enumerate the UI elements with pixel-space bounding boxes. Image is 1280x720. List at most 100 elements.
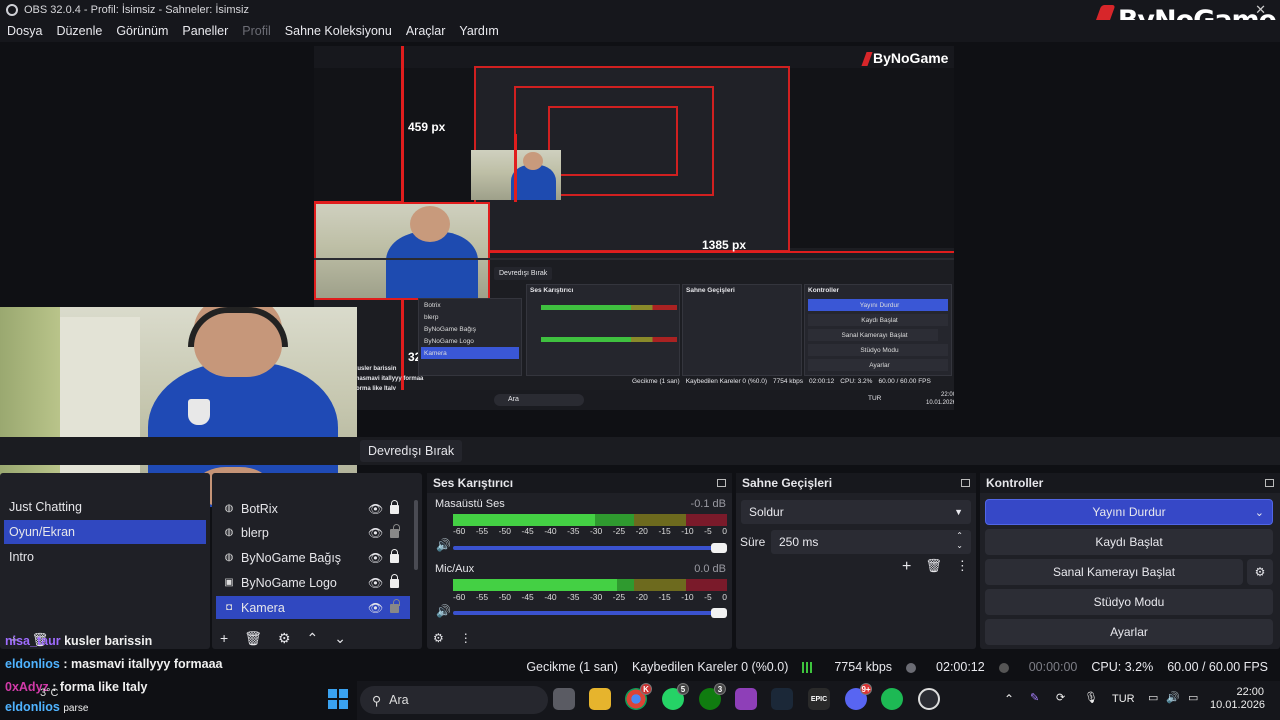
meter-tick-label: -30 [589, 526, 603, 536]
audio-settings-icon[interactable]: ⚙ [433, 631, 444, 645]
visibility-eye-icon[interactable]: 👁 [368, 576, 383, 590]
volume-slider[interactable] [453, 608, 727, 618]
menu-tools[interactable]: Araçlar [406, 24, 446, 38]
spin-arrows-icon[interactable]: ⌃ ⌄ [956, 531, 963, 551]
speaker-icon[interactable]: 🔊 [436, 538, 451, 552]
menu-edit[interactable]: Düzenle [56, 24, 102, 38]
visibility-eye-icon[interactable]: 👁 [368, 551, 383, 565]
chat-message: 0xAdyz : forma like Italy [5, 680, 148, 694]
add-source-icon[interactable]: + [220, 630, 228, 647]
menu-scene-collection[interactable]: Sahne Koleksiyonu [285, 24, 392, 38]
scene-item[interactable]: Intro [4, 545, 206, 569]
source-properties-gear-icon[interactable]: ⚙ [278, 630, 291, 647]
scene-item[interactable]: Just Chatting [4, 496, 206, 518]
task-view-icon[interactable] [553, 688, 575, 710]
slider-knob[interactable] [711, 608, 727, 618]
transition-select[interactable]: Soldur ▼ [741, 500, 971, 524]
whatsapp-icon[interactable]: 5 [662, 683, 689, 710]
studio-mode-button[interactable]: Stüdyo Modu [985, 589, 1273, 615]
start-virtual-camera-button[interactable]: Sanal Kamerayı Başlat [985, 559, 1243, 585]
remove-transition-icon[interactable]: 🗑 [925, 558, 942, 576]
app-purple-icon[interactable] [735, 688, 757, 710]
speaker-icon[interactable]: 🔊 [436, 604, 451, 618]
stream-indicator-icon [906, 662, 917, 673]
dock-popout-icon[interactable] [1265, 479, 1274, 487]
meter-tick-label: -40 [544, 526, 557, 536]
tray-feather-icon[interactable]: ✎ [1030, 691, 1039, 704]
image-icon: ▣ [224, 577, 234, 588]
add-transition-icon[interactable]: + [902, 558, 911, 576]
scene-item-selected[interactable]: Oyun/Ekran [4, 520, 206, 544]
settings-button[interactable]: Ayarlar [985, 619, 1273, 645]
chat-message: eldonlios : masmavi itallyyy formaaa [5, 657, 223, 671]
volume-slider[interactable] [453, 543, 727, 553]
move-down-icon[interactable]: ⌄ [334, 630, 346, 647]
signal-bars-icon [802, 662, 815, 674]
dock-popout-icon[interactable] [717, 479, 726, 487]
unlock-icon[interactable] [390, 599, 400, 613]
source-item-selected[interactable]: ◘ Kamera 👁 [216, 596, 410, 619]
menu-profile[interactable]: Profil [242, 24, 270, 38]
visibility-eye-icon[interactable]: 👁 [368, 502, 383, 516]
stop-streaming-button[interactable]: Yayını Durdur ⌄ [985, 499, 1273, 525]
tray-sync-icon[interactable]: ⟳ [1056, 691, 1065, 704]
meter-tick-label: -15 [658, 592, 671, 602]
steam-icon[interactable] [771, 688, 793, 710]
preview-canvas[interactable]: ByNoGame 459 px 1385 px 320 px Devredışı… [314, 46, 954, 410]
epic-games-icon[interactable]: EPIC [808, 688, 830, 710]
tray-volume-icon[interactable]: 🔊 [1166, 691, 1180, 704]
tray-network-icon[interactable]: ▭ [1148, 691, 1158, 704]
source-item[interactable]: ◍ blerp 👁 [216, 521, 410, 544]
weather-widget[interactable]: 3°C [40, 687, 58, 699]
dock-popout-icon[interactable] [961, 479, 970, 487]
remove-source-icon[interactable]: 🗑 [244, 630, 262, 647]
meter-ticks: -60 -55 -50 -45 -40 -35 -30 -25 -20 -15 -10 -5 0 [453, 526, 727, 536]
source-item[interactable]: ◍ ByNoGame Bağış 👁 [216, 546, 410, 569]
virtual-camera-gear-icon[interactable]: ⚙ [1247, 559, 1273, 585]
source-item[interactable]: ▣ ByNoGame Logo 👁 [216, 571, 410, 594]
meter-tick-label: -10 [681, 526, 694, 536]
tray-battery-icon[interactable]: ▭ [1188, 691, 1198, 704]
unlock-icon[interactable] [390, 524, 400, 538]
start-recording-button[interactable]: Kaydı Başlat [985, 529, 1273, 555]
globe-icon: ◍ [224, 552, 234, 563]
nested-webcam-source[interactable] [314, 202, 490, 300]
more-options-icon[interactable]: ⋮ [460, 631, 472, 645]
title-bar: OBS 32.0.4 - Profil: İsimsiz - Sahneler:… [0, 0, 1280, 20]
menu-file[interactable]: Dosya [7, 24, 42, 38]
file-explorer-icon[interactable] [589, 688, 611, 710]
slider-knob[interactable] [711, 543, 727, 553]
mixer-channel-db: 0.0 dB [694, 563, 726, 575]
tray-chevron-up-icon[interactable]: ⌃ [1004, 692, 1014, 706]
tray-language[interactable]: TUR [1112, 693, 1135, 705]
chrome-icon[interactable]: K [625, 683, 652, 710]
mixer-channel-name: Masaüstü Ses [435, 498, 505, 510]
tray-mic-icon[interactable]: 🎙 [1084, 691, 1098, 704]
move-up-icon[interactable]: ⌃ [307, 630, 319, 647]
meter-tick-label: -35 [567, 592, 580, 602]
menu-view[interactable]: Görünüm [116, 24, 168, 38]
duration-input[interactable]: 250 ms ⌃ ⌄ [771, 530, 971, 554]
tray-clock[interactable]: 22:00 10.01.2026 [1210, 686, 1265, 712]
source-item[interactable]: ◍ BotRix 👁 [216, 497, 410, 520]
obs-app-icon [6, 4, 18, 16]
lock-icon[interactable] [390, 574, 399, 588]
obs-taskbar-icon[interactable] [918, 688, 940, 710]
more-options-icon[interactable]: ⋮ [956, 558, 969, 576]
menu-docks[interactable]: Paneller [182, 24, 228, 38]
discord-icon[interactable]: 9+ [845, 683, 872, 710]
lock-icon[interactable] [390, 549, 399, 563]
chat-message: nisa_taur kusler barissin [5, 634, 153, 648]
lock-icon[interactable] [390, 500, 399, 514]
meter-tick-label: 0 [722, 592, 727, 602]
menu-help[interactable]: Yardım [459, 24, 498, 38]
nested-logo: ByNoGame [861, 50, 948, 67]
sources-scrollbar[interactable] [414, 500, 418, 570]
unfreeze-preview-button[interactable]: Devredışı Bırak [360, 440, 463, 462]
xbox-icon[interactable]: 3 [699, 683, 726, 710]
windows-start-icon[interactable] [328, 689, 348, 709]
visibility-eye-icon[interactable]: 👁 [368, 526, 383, 540]
visibility-eye-icon[interactable]: 👁 [368, 601, 383, 615]
spotify-icon[interactable] [881, 688, 903, 710]
taskbar-search[interactable]: ⚲ Ara [360, 686, 548, 714]
